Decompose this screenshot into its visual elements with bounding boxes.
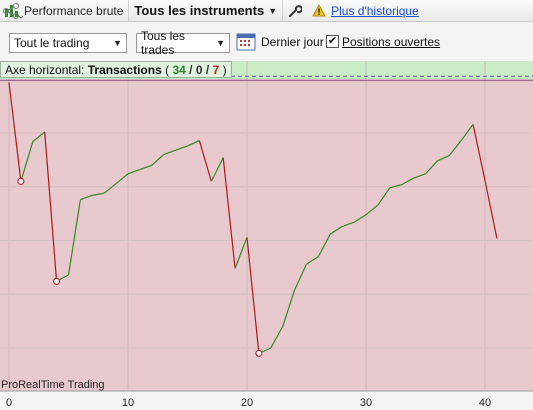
open-positions-label[interactable]: Positions ouvertes — [342, 35, 440, 49]
paren-open: ( — [165, 63, 170, 77]
chevron-down-icon: ▼ — [268, 5, 278, 16]
warning-icon — [312, 4, 326, 17]
losses-count: 7 — [212, 63, 220, 77]
drawdown-marker — [255, 349, 263, 357]
x-tick-label: 40 — [479, 397, 491, 409]
equity-chart: Axe horizontal: Transactions ( 34 / 0 / … — [0, 61, 533, 410]
top-toolbar: Performance brute Tous les instruments ▼… — [0, 0, 533, 22]
trades-select[interactable]: Tous les trades ▼ — [136, 29, 230, 57]
instruments-label: Tous les instruments — [134, 3, 265, 18]
instruments-dropdown[interactable]: Tous les instruments ▼ — [129, 0, 284, 22]
chart-svg: 0 10 20 30 40 — [0, 61, 533, 409]
performance-label: Performance brute — [24, 3, 124, 18]
options-bar: Tout le trading ▼ Tous les trades ▼ Dern… — [0, 23, 533, 61]
chevron-down-icon: ▼ — [113, 38, 122, 48]
loss-zone — [0, 79, 533, 391]
share-icon[interactable] — [0, 2, 24, 20]
x-tick-label: 20 — [241, 397, 253, 409]
drawdown-marker — [17, 177, 25, 185]
axis-mode: Transactions — [87, 63, 162, 77]
axis-mode-label[interactable]: Axe horizontal: Transactions ( 34 / 0 / … — [0, 61, 232, 78]
trades-select-value: Tous les trades — [141, 29, 186, 57]
last-day-label[interactable]: Dernier jour — [261, 35, 324, 49]
history-link-group: Plus d'historique — [307, 0, 424, 22]
axis-prefix: Axe horizontal: — [5, 63, 85, 77]
more-history-link[interactable]: Plus d'historique — [331, 4, 419, 18]
trading-select-value: Tout le trading — [14, 36, 90, 50]
x-tick-label: 10 — [122, 397, 134, 409]
paren-close: ) — [222, 63, 227, 77]
wins-count: 34 — [172, 63, 186, 77]
separator: / — [189, 63, 193, 77]
x-tick-label: 30 — [360, 397, 372, 409]
drawdown-marker — [53, 277, 61, 285]
wrench-icon — [289, 4, 303, 17]
settings-button[interactable] — [283, 0, 307, 22]
chevron-down-icon: ▼ — [216, 38, 225, 48]
x-tick-label: 0 — [6, 397, 12, 409]
watermark: ProRealTime Trading — [1, 379, 105, 391]
calendar-icon[interactable] — [236, 31, 256, 51]
separator: / — [205, 63, 210, 77]
neutral-count: 0 — [195, 63, 203, 77]
trading-select[interactable]: Tout le trading ▼ — [9, 33, 127, 53]
open-positions-checkbox[interactable]: ✔ — [326, 35, 339, 48]
